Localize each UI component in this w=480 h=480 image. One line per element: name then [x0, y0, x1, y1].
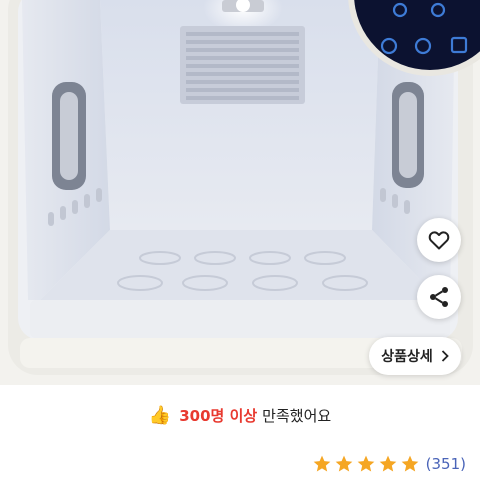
share-button[interactable]: [417, 275, 461, 319]
product-detail-label: 상품상세: [381, 349, 433, 365]
star-icon: [401, 455, 418, 472]
rating-stars: [312, 454, 422, 474]
satisfaction-text: 만족했어요: [262, 406, 332, 425]
rating-summary[interactable]: (351): [312, 452, 466, 476]
star-icon: [335, 455, 352, 472]
product-image: [0, 0, 480, 385]
like-button[interactable]: [417, 218, 461, 262]
thumbs-up-icon: 👍: [148, 404, 172, 426]
satisfaction-summary: 👍 300명 이상 만족했어요: [0, 400, 480, 430]
share-icon: [430, 287, 448, 307]
chevron-right-icon: [441, 350, 449, 362]
satisfaction-highlight: 300명 이상: [179, 406, 258, 425]
heart-outline-icon: [428, 231, 450, 250]
review-count: (351): [425, 455, 466, 473]
star-icon: [379, 455, 396, 472]
star-icon: [357, 455, 374, 472]
product-detail-button[interactable]: 상품상세: [369, 337, 461, 375]
star-icon: [313, 455, 330, 472]
